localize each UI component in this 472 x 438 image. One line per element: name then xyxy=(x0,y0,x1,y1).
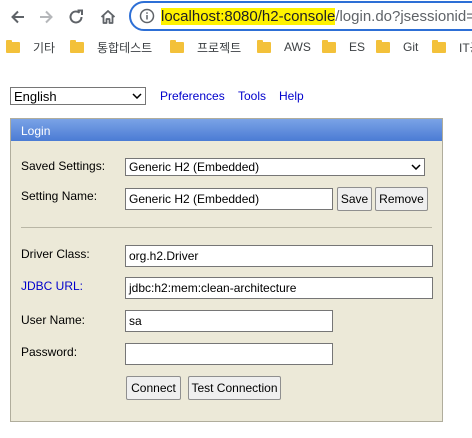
bookmark-folder[interactable]: Git xyxy=(376,39,418,55)
setting-name-field[interactable]: Generic H2 (Embedded) xyxy=(125,188,333,210)
save-button[interactable]: Save xyxy=(337,187,372,211)
folder-icon xyxy=(376,39,390,53)
bookmark-label: 통합테스트 xyxy=(97,40,153,55)
user-name-label: User Name: xyxy=(21,313,86,327)
folder-icon xyxy=(257,39,271,53)
chevron-down-icon xyxy=(411,164,421,170)
bookmark-folder[interactable]: 기타 xyxy=(6,39,55,55)
home-icon xyxy=(100,10,116,24)
divider xyxy=(21,227,432,228)
bookmark-folder[interactable]: 프로젝트 xyxy=(170,39,241,55)
driver-class-label: Driver Class: xyxy=(21,247,90,261)
preferences-link[interactable]: Preferences xyxy=(160,89,225,103)
language-select[interactable]: English xyxy=(10,87,146,105)
bookmark-folder[interactable]: 통합테스트 xyxy=(70,39,152,55)
back-button[interactable] xyxy=(6,5,30,29)
login-panel: Login Saved Settings: Generic H2 (Embedd… xyxy=(10,118,443,422)
password-field[interactable] xyxy=(125,343,333,365)
saved-settings-label: Saved Settings: xyxy=(21,159,106,173)
login-panel-title: Login xyxy=(11,119,442,141)
bookmark-folder[interactable]: IT공 xyxy=(432,39,472,55)
saved-settings-value: Generic H2 (Embedded) xyxy=(129,160,260,174)
forward-button[interactable] xyxy=(34,5,58,29)
back-arrow-icon xyxy=(11,10,24,24)
user-name-field[interactable]: sa xyxy=(125,310,333,332)
chevron-down-icon xyxy=(132,93,142,99)
url-path: /login.do?jsessionid=7 xyxy=(335,8,472,25)
driver-class-field[interactable]: org.h2.Driver xyxy=(125,245,433,267)
jdbc-url-field[interactable]: jdbc:h2:mem:clean-architecture xyxy=(125,277,433,299)
bookmark-folder[interactable]: AWS xyxy=(257,39,311,55)
saved-settings-select[interactable]: Generic H2 (Embedded) xyxy=(125,158,425,176)
jdbc-url-label: JDBC URL: xyxy=(21,279,84,293)
tools-link[interactable]: Tools xyxy=(238,89,266,103)
connect-button[interactable]: Connect xyxy=(126,376,181,400)
password-label: Password: xyxy=(21,345,78,359)
url-text: localhost:8080/h2-console/login.do?jsess… xyxy=(161,8,472,25)
bookmarks-bar: 기타 통합테스트 프로젝트 AWS ES Git IT공 xyxy=(0,34,472,60)
help-link[interactable]: Help xyxy=(279,89,304,103)
info-icon[interactable] xyxy=(139,8,155,24)
test-connection-button[interactable]: Test Connection xyxy=(188,376,281,400)
folder-icon xyxy=(170,39,184,53)
reload-button[interactable] xyxy=(64,5,88,29)
home-button[interactable] xyxy=(96,5,120,29)
setting-name-label: Setting Name: xyxy=(21,189,98,203)
bookmark-label: 기타 xyxy=(33,40,56,55)
remove-button[interactable]: Remove xyxy=(375,187,428,211)
forward-arrow-icon xyxy=(40,10,53,24)
url-host-highlighted: localhost:8080/h2-console xyxy=(161,8,336,25)
folder-icon xyxy=(70,39,84,53)
bookmark-label: AWS xyxy=(284,40,311,54)
folder-icon xyxy=(432,39,446,53)
bookmark-label: ES xyxy=(349,40,366,54)
folder-icon xyxy=(6,39,20,53)
address-bar[interactable]: localhost:8080/h2-console/login.do?jsess… xyxy=(129,1,472,31)
bookmark-label: Git xyxy=(403,40,419,54)
bookmark-folder[interactable]: ES xyxy=(322,39,365,55)
browser-toolbar: localhost:8080/h2-console/login.do?jsess… xyxy=(0,0,472,34)
folder-icon xyxy=(322,39,336,53)
bookmark-label: 프로젝트 xyxy=(197,40,242,55)
bookmark-label: IT공 xyxy=(459,40,472,55)
language-value: English xyxy=(14,88,57,104)
reload-icon xyxy=(69,9,83,24)
